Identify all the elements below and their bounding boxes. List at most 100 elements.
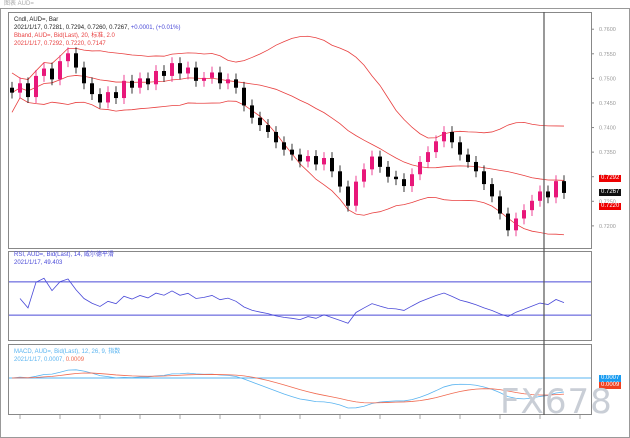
candle-body — [418, 161, 422, 175]
bband-upper — [11, 35, 565, 139]
candle-body — [58, 61, 62, 80]
candle-body — [466, 154, 470, 162]
rsi-legend-title: RSI, AUD=, Bid(Last), 14, 威尔德平滑 — [14, 252, 114, 258]
candle-body — [146, 78, 150, 85]
candle-body — [170, 63, 174, 76]
price-axis-label: 0.7200 — [599, 224, 616, 230]
candle-body — [242, 87, 246, 106]
price-axis-label: 0.7550 — [599, 52, 616, 58]
candle-body — [346, 186, 350, 206]
candle-body — [274, 131, 278, 143]
candle-body — [210, 72, 214, 78]
candle-body — [538, 191, 542, 201]
candle-body — [130, 80, 134, 88]
candle-body — [362, 169, 366, 182]
candle-body — [42, 68, 46, 76]
candle-body — [314, 156, 318, 165]
candle-body — [370, 156, 374, 170]
candle-body — [218, 72, 222, 84]
rsi-panel-frame — [8, 251, 592, 341]
price-axis-label: 0.7350 — [599, 150, 616, 156]
candle-body — [26, 83, 30, 98]
candle-body — [474, 161, 478, 172]
candle-body — [458, 142, 462, 155]
candle-body — [34, 75, 38, 98]
candle-body — [18, 83, 22, 93]
price-axis-label: 0.7500 — [599, 76, 616, 82]
ohlc-values: 2021/1/17, 0.7281, 0.7294, 0.7260, 0.726… — [14, 25, 130, 31]
candle-body — [114, 92, 118, 99]
candle-body — [194, 67, 198, 81]
candle-body — [562, 181, 566, 193]
candle-body — [330, 158, 334, 172]
candle-body — [202, 77, 206, 81]
macd-tag: 0.0007 — [599, 375, 622, 382]
candle-body — [98, 94, 102, 103]
candle-body — [490, 184, 494, 197]
candle-body — [154, 71, 158, 85]
candle-body — [258, 117, 262, 126]
price-axis-label: 0.7600 — [599, 27, 616, 33]
price-axis-label: 0.7450 — [599, 101, 616, 107]
chart-area[interactable]: 0.72000.72500.73000.73500.74000.74500.75… — [0, 0, 630, 438]
candle-body — [10, 87, 14, 93]
bband-lower — [11, 97, 565, 236]
candle-body — [226, 79, 230, 84]
macd-value: 2021/1/17, 0.0007, — [14, 357, 65, 363]
candle-body — [250, 105, 254, 118]
main-legend-ohlc: 2021/1/17, 0.7281, 0.7294, 0.7260, 0.726… — [14, 25, 180, 32]
price-tag-lower: 0.7220 — [599, 203, 622, 210]
candle-body — [554, 181, 558, 198]
candle-body — [514, 218, 518, 231]
candle-body — [282, 142, 286, 150]
candle-body — [266, 125, 270, 132]
candle-body — [546, 191, 550, 198]
candle-body — [402, 179, 406, 187]
candle-body — [306, 156, 310, 162]
rsi-legend-value: 2021/1/17, 49.403 — [14, 260, 63, 266]
bband-legend-values: 2021/1/17, 0.7292, 0.7220, 0.7147 — [14, 41, 106, 47]
bband-legend-title: Bband, AUD=, Bid(Last), 20, 标准, 2.0 — [14, 33, 115, 39]
candle-body — [122, 80, 126, 99]
candle-body — [394, 176, 398, 180]
bband-middle — [11, 75, 565, 181]
candle-body — [74, 53, 78, 68]
candle-body — [138, 78, 142, 88]
price-tag-upper: 0.7292 — [599, 175, 622, 182]
price-tag-last: 0.7267 — [599, 189, 622, 196]
candle-body — [506, 213, 510, 231]
candle-body — [354, 181, 358, 206]
candle-body — [386, 166, 390, 177]
candle-body — [522, 210, 526, 219]
candle-body — [442, 131, 446, 142]
candle-body — [530, 200, 534, 211]
window-title: 图表 AUD= — [4, 1, 34, 7]
candle-body — [162, 71, 166, 76]
candle-body — [482, 171, 486, 185]
candle-body — [410, 174, 414, 187]
candle-body — [298, 154, 302, 162]
candle-body — [322, 158, 326, 165]
candle-body — [178, 63, 182, 74]
candle-body — [290, 149, 294, 155]
rsi-line — [19, 277, 565, 324]
candle-body — [106, 92, 110, 103]
candle-body — [338, 171, 342, 187]
main-legend-title: Cndl, AUD=, Bar — [14, 17, 59, 23]
signal-value: 0.0009 — [65, 357, 85, 363]
candle-body — [50, 68, 54, 80]
candle-body — [66, 53, 70, 62]
macd-legend-values: 2021/1/17, 0.0007, 0.0009 — [14, 357, 84, 364]
candle-body — [82, 67, 86, 84]
candle-body — [234, 79, 238, 88]
change-value: +0.0001, (+0.01%) — [130, 25, 181, 31]
candle-body — [426, 152, 430, 162]
candle-body — [186, 67, 190, 74]
price-axis-label: 0.7400 — [599, 126, 616, 132]
candle-body — [450, 131, 454, 143]
candle-body — [378, 156, 382, 167]
candle-body — [90, 83, 94, 95]
candle-body — [498, 196, 502, 214]
macd-legend-title: MACD, AUD=, Bid(Last), 12, 26, 9, 指数 — [14, 349, 121, 355]
watermark-logo: FX678 — [500, 382, 613, 422]
